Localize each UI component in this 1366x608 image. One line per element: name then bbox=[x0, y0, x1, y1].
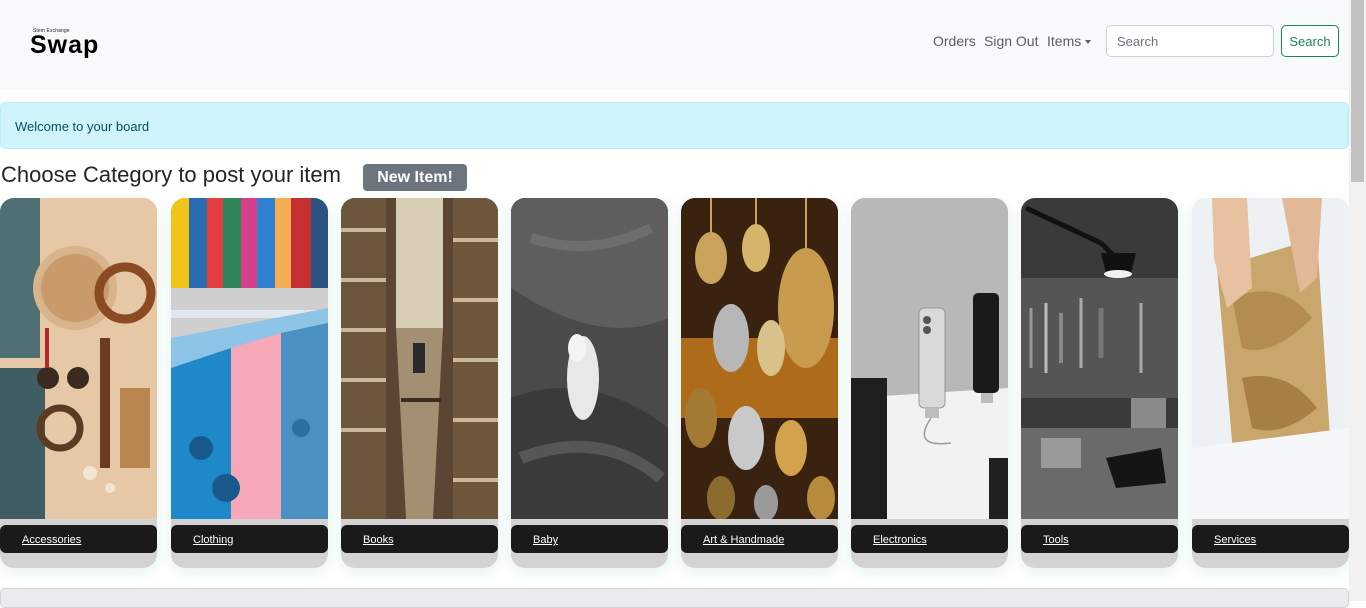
category-card-art-handmade[interactable]: Art & Handmade bbox=[681, 198, 838, 568]
category-link-electronics[interactable]: Electronics bbox=[873, 534, 927, 546]
category-image-services bbox=[1192, 198, 1349, 519]
category-link-clothing[interactable]: Clothing bbox=[193, 534, 233, 546]
page-heading: Choose Category to post your item bbox=[1, 162, 341, 187]
category-card-electronics[interactable]: Electronics bbox=[851, 198, 1008, 568]
category-label-bar: Baby bbox=[511, 525, 668, 553]
nav-sign-out-link[interactable]: Sign Out bbox=[984, 33, 1038, 50]
category-image-art-handmade bbox=[681, 198, 838, 519]
nav-orders-link[interactable]: Orders bbox=[933, 33, 976, 50]
category-label-bar: Clothing bbox=[171, 525, 328, 553]
category-card-services[interactable]: Services bbox=[1192, 198, 1349, 568]
category-card-tools[interactable]: Tools bbox=[1021, 198, 1178, 568]
vertical-scrollbar[interactable] bbox=[1349, 0, 1366, 601]
caret-down-icon bbox=[1085, 40, 1092, 44]
nav-items-label: Items bbox=[1047, 33, 1082, 49]
category-image-tools bbox=[1021, 198, 1178, 519]
category-card-accessories[interactable]: Accessories bbox=[0, 198, 157, 568]
category-link-accessories[interactable]: Accessories bbox=[22, 534, 81, 546]
category-label-bar: Accessories bbox=[0, 525, 157, 553]
category-image-books bbox=[341, 198, 498, 519]
category-card-baby[interactable]: Baby bbox=[511, 198, 668, 568]
scrollbar-thumb[interactable] bbox=[1351, 0, 1364, 182]
category-label-bar: Services bbox=[1192, 525, 1349, 553]
category-link-books[interactable]: Books bbox=[363, 534, 394, 546]
category-label-bar: Books bbox=[341, 525, 498, 553]
category-card-clothing[interactable]: Clothing bbox=[171, 198, 328, 568]
category-label-bar: Tools bbox=[1021, 525, 1178, 553]
category-link-tools[interactable]: Tools bbox=[1043, 534, 1069, 546]
search-input[interactable] bbox=[1106, 25, 1274, 57]
category-card-books[interactable]: Books bbox=[341, 198, 498, 568]
search-button[interactable]: Search bbox=[1281, 25, 1339, 57]
category-image-electronics bbox=[851, 198, 1008, 519]
nav-items-dropdown[interactable]: Items bbox=[1047, 33, 1092, 50]
category-label-bar: Electronics bbox=[851, 525, 1008, 553]
category-link-services[interactable]: Services bbox=[1214, 534, 1256, 546]
bottom-panel bbox=[0, 588, 1349, 608]
category-link-baby[interactable]: Baby bbox=[533, 534, 558, 546]
welcome-alert: Welcome to your board bbox=[0, 102, 1349, 149]
category-image-baby bbox=[511, 198, 668, 519]
new-item-button[interactable]: New Item! bbox=[363, 164, 467, 191]
category-image-clothing bbox=[171, 198, 328, 519]
brand-logo[interactable]: Stem Exchange Swap bbox=[30, 27, 130, 59]
category-image-accessories bbox=[0, 198, 157, 519]
brand-name: Swap bbox=[30, 31, 100, 59]
category-label-bar: Art & Handmade bbox=[681, 525, 838, 553]
navbar: Stem Exchange Swap Orders Sign Out Items… bbox=[0, 0, 1349, 90]
category-link-art-handmade[interactable]: Art & Handmade bbox=[703, 534, 784, 546]
